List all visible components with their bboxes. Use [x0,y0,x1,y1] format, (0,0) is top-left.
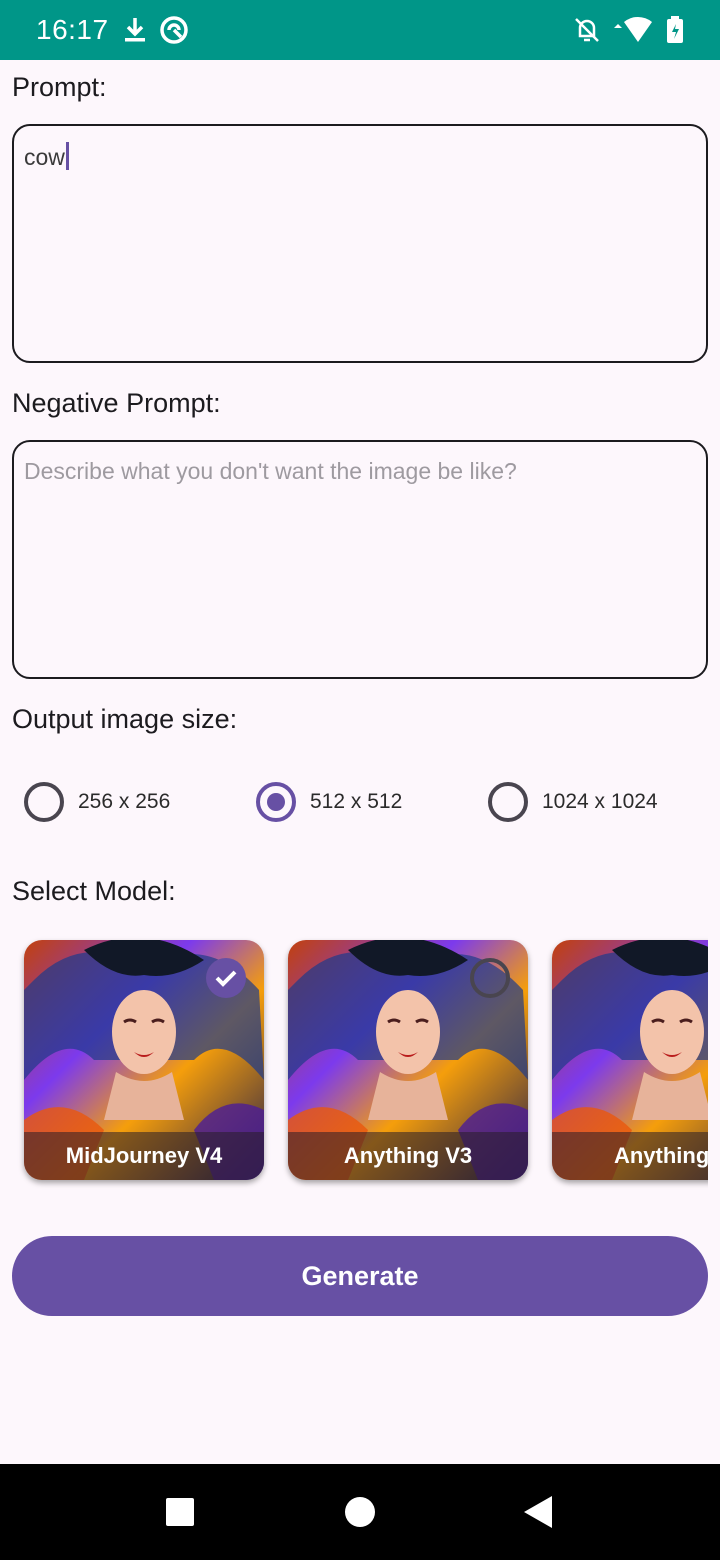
prompt-input[interactable]: cow [12,124,708,363]
home-circle-icon[interactable] [344,1496,376,1533]
output-size-radio-group: 256 x 256 512 x 512 1024 x 1024 [0,782,720,828]
radio-circle[interactable] [488,782,528,822]
model-name: Anything V3 [288,1132,528,1180]
size-option-label: 1024 x 1024 [542,790,658,813]
output-size-label: Output image size: [12,704,238,734]
prompt-value: cow [24,144,65,170]
size-option-1024[interactable]: 1024 x 1024 [488,782,658,822]
negative-prompt-placeholder: Describe what you don't want the image b… [24,458,517,484]
status-bar: 16:17 [0,0,720,60]
recents-square-icon[interactable] [164,1496,196,1533]
model-card-anything-v3[interactable]: Anything V3 [288,940,528,1180]
model-unselected-circle-icon[interactable] [470,958,510,998]
negative-prompt-input[interactable]: Describe what you don't want the image b… [12,440,708,679]
navigation-bar [0,1464,720,1560]
model-selected-check-icon[interactable] [206,958,246,998]
size-option-512[interactable]: 512 x 512 [256,782,402,822]
status-time: 16:17 [36,14,109,45]
radio-circle[interactable] [24,782,64,822]
notifications-off-icon [574,16,600,44]
model-card-midjourney-v4[interactable]: MidJourney V4 [24,940,264,1180]
radio-circle-selected[interactable] [256,782,296,822]
model-card-anything-v[interactable]: Anything V [552,940,708,1180]
vpn-icon [159,15,189,45]
size-option-label: 512 x 512 [310,790,403,813]
back-triangle-icon[interactable] [522,1494,554,1535]
size-option-256[interactable]: 256 x 256 [24,782,170,822]
select-model-label: Select Model: [12,876,176,906]
model-carousel[interactable]: MidJourney V4 Anything V3 Anything [0,924,708,1204]
battery-icon [666,16,684,44]
model-name: MidJourney V4 [24,1132,264,1180]
size-option-label: 256 x 256 [78,790,171,813]
prompt-label: Prompt: [12,72,107,102]
negative-prompt-label: Negative Prompt: [12,388,221,418]
download-icon [123,16,147,44]
wifi-icon [612,16,654,44]
text-cursor [65,142,69,170]
model-name: Anything V [552,1132,708,1180]
generate-button[interactable]: Generate [12,1236,708,1316]
